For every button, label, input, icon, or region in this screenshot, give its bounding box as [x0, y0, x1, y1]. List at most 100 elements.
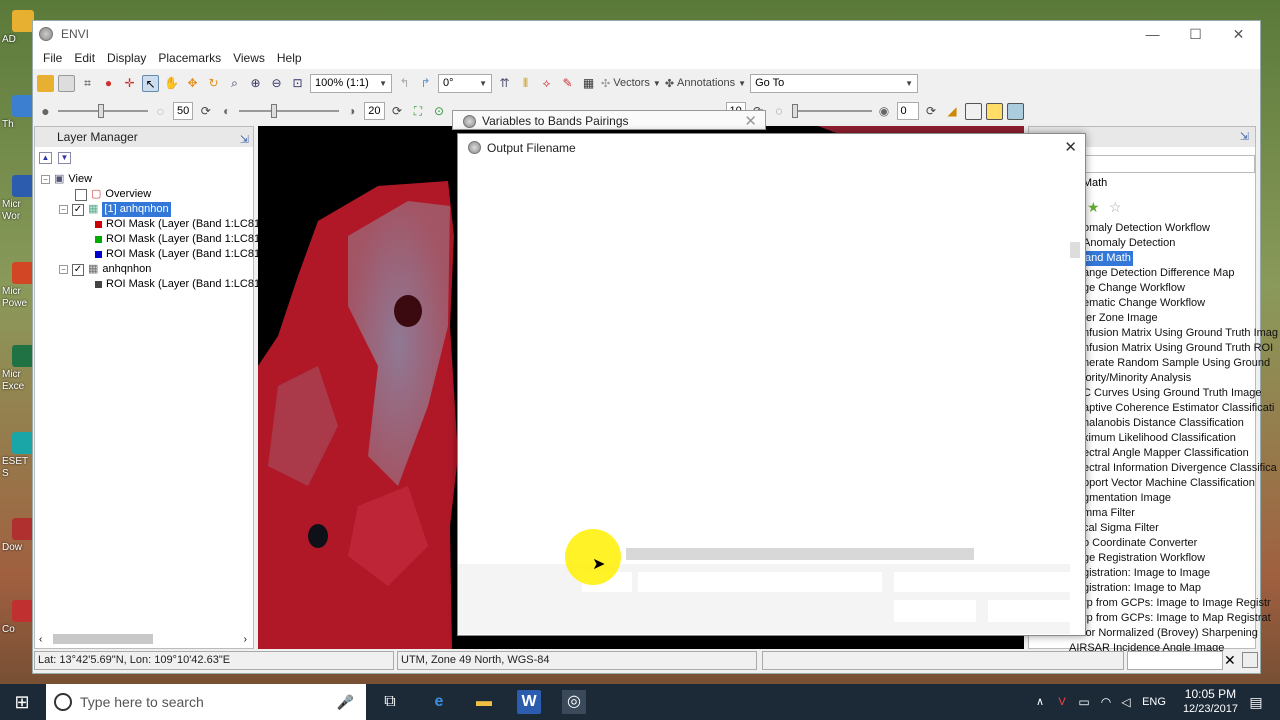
refresh-icon[interactable]: ⟳	[389, 103, 406, 120]
tree-node-roi1[interactable]: ROI Mask (Layer (Band 1:LC81	[95, 217, 260, 232]
zoom-fit-icon[interactable]: ⊡	[289, 75, 306, 92]
antivirus-icon[interactable]: V	[1050, 690, 1074, 714]
language-indicator[interactable]: ENG	[1142, 690, 1166, 714]
file-explorer-icon[interactable]: ▬	[472, 690, 496, 714]
collapse-icon[interactable]: −	[59, 205, 68, 214]
word-icon[interactable]: W	[517, 690, 541, 714]
toolbox-item[interactable]: halanobis Distance Classification	[1083, 416, 1244, 431]
collapse-icon[interactable]: −	[41, 175, 50, 184]
crosshair-icon[interactable]: ✛	[121, 75, 138, 92]
toolbox-item[interactable]: nfusion Matrix Using Ground Truth ROI	[1083, 341, 1273, 356]
toolbox-item[interactable]: nfusion Matrix Using Ground Truth Imag	[1083, 326, 1278, 341]
rotate-icon[interactable]: ↻	[205, 75, 222, 92]
cancel-button[interactable]	[988, 600, 1070, 622]
zoom-icon[interactable]: ⌕	[226, 75, 243, 92]
desktop-icon[interactable]: Th	[2, 95, 34, 131]
scroll-thumb[interactable]	[53, 634, 153, 644]
grid-icon[interactable]: ▦	[580, 75, 597, 92]
vectors-button[interactable]: ✣ Vectors ▼	[601, 77, 661, 90]
menu-views[interactable]: Views	[227, 51, 271, 65]
notifications-icon[interactable]: ▤	[1244, 690, 1268, 714]
star-outline-icon[interactable]: ☆	[1109, 199, 1122, 216]
desktop-icon[interactable]: Micr Exce	[2, 345, 34, 393]
toolbox-item[interactable]: pport Vector Machine Classification	[1083, 476, 1255, 491]
windows-start-icon[interactable]: ⊞	[10, 690, 34, 714]
goto-combo[interactable]: Go To ▼	[750, 73, 919, 93]
zoom-out-icon[interactable]: ⊖	[268, 75, 285, 92]
menu-edit[interactable]: Edit	[68, 51, 101, 65]
scroll-left-icon[interactable]: ‹	[39, 634, 42, 645]
scroll-right-icon[interactable]: ›	[244, 634, 247, 645]
toolbox-item[interactable]: jority/Minority Analysis	[1083, 371, 1191, 386]
dock-pin-icon[interactable]: ⇲	[240, 130, 249, 150]
brightness-value[interactable]: 50	[173, 102, 194, 120]
crop-icon[interactable]: ⌗	[79, 75, 96, 92]
view-portal-icon[interactable]	[985, 102, 1003, 120]
view-multi-icon[interactable]	[1006, 102, 1024, 120]
move-down-icon[interactable]: ▼	[58, 152, 71, 164]
toolbox-item[interactable]: ectral Angle Mapper Classification	[1083, 446, 1249, 461]
toolbox-item[interactable]: aptive Coherence Estimator Classificati	[1083, 401, 1274, 416]
transparency-slider[interactable]	[791, 102, 872, 120]
menu-display[interactable]: Display	[101, 51, 152, 65]
overview-checkbox[interactable]	[75, 188, 87, 201]
microphone-icon[interactable]: 🎤	[337, 694, 354, 711]
toolbox-item[interactable]: and Math	[1083, 251, 1133, 266]
desktop-icon[interactable]: Co	[2, 600, 34, 636]
polygon-icon[interactable]: ⟡	[538, 75, 555, 92]
footer-field-2[interactable]	[638, 572, 882, 592]
rotate-left-icon[interactable]: ↰	[396, 75, 413, 92]
toolbox-item[interactable]: ge Registration Workflow	[1083, 551, 1205, 566]
desktop-icon[interactable]: Dow	[2, 518, 34, 554]
task-list-icon[interactable]	[1242, 652, 1258, 668]
north-up-icon[interactable]: ⇈	[496, 75, 513, 92]
toolbox-item[interactable]: rp from GCPs: Image to Image Registr	[1083, 596, 1271, 611]
layer1-checkbox[interactable]: ✓	[72, 203, 84, 216]
battery-icon[interactable]: ▭	[1072, 690, 1096, 714]
desktop-icon[interactable]: Micr Wor	[2, 175, 34, 223]
placemark-icon[interactable]: ●	[100, 75, 117, 92]
favorite-star-icon[interactable]: ★	[1087, 199, 1100, 216]
toolbox-item[interactable]: gistration: Image to Map	[1083, 581, 1201, 596]
menu-help[interactable]: Help	[271, 51, 308, 65]
toolbox-item[interactable]: omaly Detection Workflow	[1083, 221, 1210, 236]
zoom-combo[interactable]: 100% (1:1) ▼	[310, 73, 392, 93]
tree-node-view[interactable]: − ▣ View	[41, 172, 92, 187]
open-icon[interactable]	[37, 74, 54, 92]
tree-node-roi2[interactable]: ROI Mask (Layer (Band 1:LC81	[95, 232, 260, 247]
rotate-right-icon[interactable]: ↱	[417, 75, 434, 92]
refresh-icon[interactable]: ⟳	[197, 103, 214, 120]
toolbox-item[interactable]: cal Sigma Filter	[1083, 521, 1159, 536]
maximize-button[interactable]: ☐	[1174, 21, 1217, 47]
toolbox-item[interactable]: o Coordinate Converter	[1083, 536, 1197, 551]
tree-node-roi4[interactable]: ROI Mask (Layer (Band 1:LC81	[95, 277, 260, 292]
toolbox-item[interactable]: ectral Information Divergence Classifica	[1083, 461, 1277, 476]
close-button[interactable]: ✕	[1217, 21, 1260, 47]
task-view-icon[interactable]: ⧉	[378, 690, 402, 714]
stretch-icon[interactable]: ◢	[944, 103, 961, 120]
view-single-icon[interactable]	[964, 102, 982, 120]
layer-manager-scrollbar[interactable]: ‹ ›	[39, 632, 249, 646]
toolbox-item[interactable]: gmentation Image	[1083, 491, 1171, 506]
select-icon[interactable]: ↖	[142, 74, 159, 92]
contrast-value[interactable]: 20	[364, 102, 385, 120]
toolbox-item[interactable]: C Curves Using Ground Truth Image	[1083, 386, 1262, 401]
tree-node-overview[interactable]: ▢ Overview	[75, 187, 151, 202]
toolbox-item[interactable]: fer Zone Image	[1083, 311, 1158, 326]
footer-field-3[interactable]	[894, 572, 1070, 592]
volume-icon[interactable]: ◁	[1114, 690, 1138, 714]
close-icon[interactable]: ✕	[744, 112, 757, 130]
annotations-button[interactable]: ✤ Annotations ▼	[665, 77, 746, 90]
tree-node-layer1[interactable]: − ✓ ▦ [1] anhqnhon	[59, 202, 171, 217]
taskbar-search[interactable]: Type here to search 🎤	[46, 684, 366, 720]
tree-node-roi3[interactable]: ROI Mask (Layer (Band 1:LC81	[95, 247, 260, 262]
minimize-button[interactable]: —	[1131, 21, 1174, 47]
envi-taskbar-icon[interactable]: ◎	[562, 690, 586, 714]
dialog-scroll-thumb[interactable]	[1070, 242, 1080, 258]
rotation-combo[interactable]: 0° ▼	[438, 73, 492, 93]
vertex-icon[interactable]: ✎	[559, 75, 576, 92]
edge-icon[interactable]: e	[427, 690, 451, 714]
toolbox-item[interactable]: nerate Random Sample Using Ground	[1083, 356, 1270, 371]
desktop-icon[interactable]: ESET S	[2, 432, 34, 480]
toolbox-item[interactable]: ange Detection Difference Map	[1083, 266, 1234, 281]
